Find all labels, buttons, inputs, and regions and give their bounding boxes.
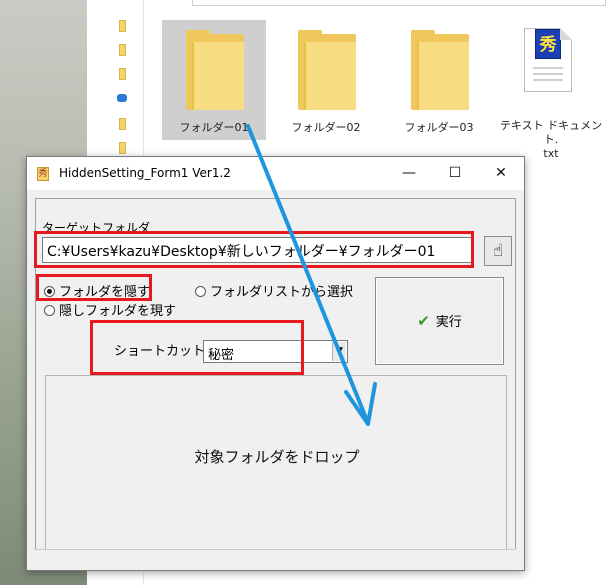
radio-folder-list[interactable]: フォルダリストから選択 [195,281,353,300]
nav-folder-icon[interactable] [119,118,126,130]
status-bar [35,549,516,567]
nav-folder-icon[interactable] [119,20,126,32]
file-item-folder02[interactable]: フォルダー02 [274,20,378,140]
file-label: テキスト ドキュメント. txt [496,119,606,161]
title-bar[interactable]: 秀 HiddenSetting_Form1 Ver1.2 — ☐ ✕ [27,157,524,190]
radio-show-folder[interactable]: 隠しフォルダを現す [44,300,176,319]
annotation-box-path [34,231,474,268]
execute-button[interactable]: ✔ 実行 [375,277,504,365]
folder-icon [186,30,244,110]
file-item-textdoc[interactable]: 秀 テキスト ドキュメント. txt [496,20,606,160]
radio-unselected-icon [195,286,206,297]
pointer-button[interactable]: ☝ [484,236,512,266]
minimize-button[interactable]: — [386,157,432,190]
radio-list-label: フォルダリストから選択 [210,285,354,300]
text-document-icon: 秀 [524,28,572,92]
dropdown-arrow-icon[interactable]: ▼ [332,342,346,361]
pointing-hand-icon: ☝ [492,241,504,261]
folder-icon [298,30,356,110]
folder-icon [411,30,469,110]
nav-folder-icon[interactable] [119,44,126,56]
file-item-folder01[interactable]: フォルダー01 [162,20,266,140]
execute-label: 実行 [435,315,462,330]
hide-badge-icon: 秀 [535,29,561,59]
annotation-box-shortcut [90,320,304,375]
nav-folder-icon[interactable] [119,142,126,154]
window-title: HiddenSetting_Form1 Ver1.2 [59,166,231,180]
radio-unselected-icon [44,305,55,316]
nav-folder-icon[interactable] [119,68,126,80]
check-icon: ✔ [417,312,430,330]
maximize-button[interactable]: ☐ [432,157,478,190]
drop-zone[interactable]: 対象フォルダをドロップ [45,375,507,551]
file-label-line2: txt [543,147,559,160]
annotation-box-hide-radio [36,274,152,301]
close-button[interactable]: ✕ [478,157,524,190]
address-bar[interactable] [192,0,606,6]
radio-show-label: 隠しフォルダを現す [59,304,177,319]
app-icon: 秀 [37,167,49,181]
file-item-folder03[interactable]: フォルダー03 [387,20,491,140]
file-label: フォルダー03 [404,121,474,134]
file-label-line1: テキスト ドキュメント. [499,119,603,146]
drop-zone-text: 対象フォルダをドロップ [194,448,360,466]
nav-cloud-icon[interactable] [117,94,127,102]
file-label: フォルダー02 [291,121,361,134]
file-label: フォルダー01 [179,121,249,134]
